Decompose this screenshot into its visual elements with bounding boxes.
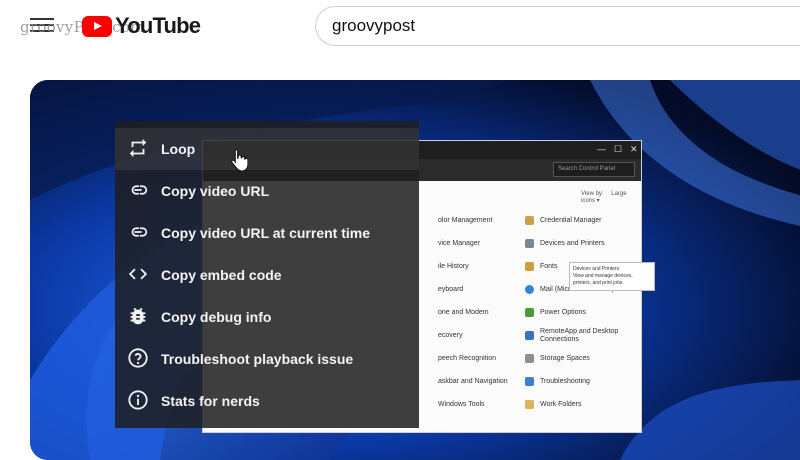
youtube-logo[interactable]: YouTube	[82, 12, 201, 40]
hand-pointer-icon	[231, 149, 248, 172]
search-input[interactable]	[332, 16, 772, 36]
control-panel-left-column: olor Management vice Manager ile History…	[438, 209, 508, 416]
help-icon	[128, 348, 148, 368]
cp-item: peech Recognition	[438, 355, 496, 362]
bug-icon	[130, 307, 146, 325]
menu-item-label: Copy debug info	[161, 309, 272, 325]
minimize-icon: —	[597, 144, 606, 154]
cp-item: Windows Tools	[438, 401, 485, 408]
control-panel-search: Search Control Panel	[553, 162, 635, 177]
cp-item: Devices and Printers	[525, 232, 640, 255]
youtube-play-icon	[82, 15, 112, 37]
menu-item-label: Copy video URL	[161, 183, 270, 199]
menu-item-copy-video-url[interactable]: Copy video URL	[115, 170, 419, 212]
player-context-menu: Loop Copy video URL Copy video URL at cu…	[115, 121, 419, 428]
menu-item-label: Loop	[161, 141, 196, 157]
view-by-label: View by:	[581, 191, 604, 197]
menu-item-copy-video-url-at-time[interactable]: Copy video URL at current time	[115, 212, 419, 254]
maximize-icon: ☐	[614, 144, 623, 154]
cp-item: Storage Spaces	[525, 347, 640, 370]
menu-item-label: Stats for nerds	[161, 393, 260, 409]
menu-item-label: Copy video URL at current time	[161, 225, 371, 241]
link-icon	[131, 227, 148, 237]
youtube-logo-text: YouTube	[115, 13, 201, 38]
cp-item: one and Modem	[438, 309, 489, 316]
loop-icon	[129, 138, 147, 158]
menu-item-loop[interactable]: Loop	[115, 128, 419, 170]
tooltip: Devices and Printers View and manage dev…	[569, 262, 655, 291]
menu-item-troubleshoot[interactable]: Troubleshoot playback issue	[115, 338, 419, 380]
view-by: View by: Large icons ▾	[581, 191, 641, 204]
link-icon	[131, 185, 148, 195]
search-box[interactable]	[315, 6, 800, 46]
menu-item-copy-debug-info[interactable]: Copy debug info	[115, 296, 419, 338]
info-icon	[128, 390, 148, 410]
cp-item: Work Folders	[525, 393, 640, 416]
cp-item: vice Manager	[438, 240, 481, 247]
cp-item: Troubleshooting	[525, 370, 640, 393]
control-panel-right-column: Credential Manager Devices and Printers …	[525, 209, 640, 416]
menu-item-label: Troubleshoot playback issue	[161, 351, 354, 367]
top-bar: groovyPost.com YouTube	[0, 0, 800, 56]
tooltip-text: View and manage devices, printers, and p…	[573, 273, 633, 286]
menu-item-label: Copy embed code	[161, 267, 282, 283]
menu-item-copy-embed-code[interactable]: Copy embed code	[115, 254, 419, 296]
cp-item: olor Management	[438, 217, 493, 224]
cp-item: Power Options	[525, 301, 640, 324]
close-icon: ✕	[630, 144, 638, 154]
cp-item: ile History	[438, 263, 469, 270]
cp-item: askbar and Navigation	[438, 378, 508, 385]
cp-item: Credential Manager	[525, 209, 640, 232]
cp-item: RemoteApp and Desktop Connections	[525, 324, 640, 347]
cp-item: ecovery	[438, 332, 463, 339]
code-icon	[128, 268, 148, 280]
tooltip-title: Devices and Printers	[573, 266, 620, 272]
cp-item: eyboard	[438, 286, 464, 293]
menu-item-stats-for-nerds[interactable]: Stats for nerds	[115, 380, 419, 422]
